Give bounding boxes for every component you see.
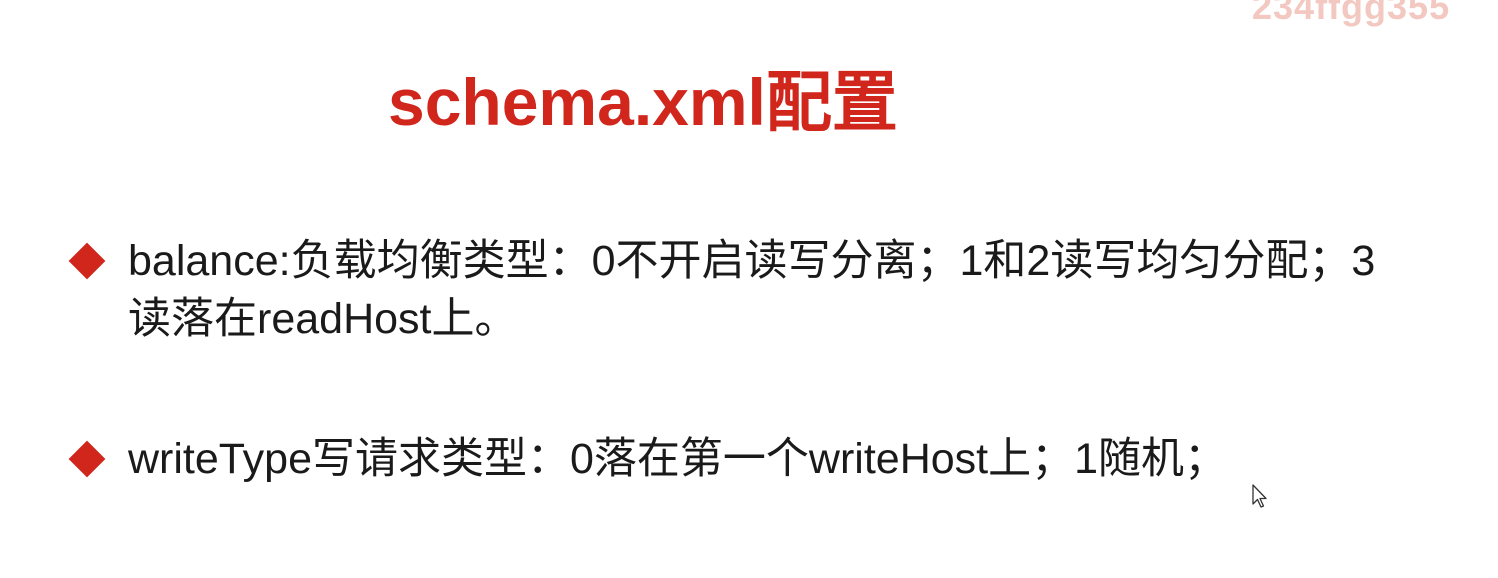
watermark: 234ffgg355: [1252, 0, 1451, 27]
slide-title: schema.xml配置: [388, 65, 898, 139]
diamond-bullet-icon: [68, 440, 106, 478]
bullet-text: writeType写请求类型：0落在第一个writeHost上；1随机；: [128, 435, 1228, 483]
bullet-text: balance:负载均衡类型：0不开启读写分离；1和2读写均匀分配；3读落在re…: [128, 237, 1376, 343]
diamond-bullet-icon: [68, 242, 106, 280]
bullet-item-writetype: writeType写请求类型：0落在第一个writeHost上；1随机；: [68, 430, 1430, 488]
mouse-pointer-icon: [1252, 484, 1267, 508]
slide: 234ffgg355 schema.xml配置 balance:负载均衡类型：0…: [0, 0, 1498, 578]
bullet-item-balance: balance:负载均衡类型：0不开启读写分离；1和2读写均匀分配；3读落在re…: [68, 232, 1430, 348]
